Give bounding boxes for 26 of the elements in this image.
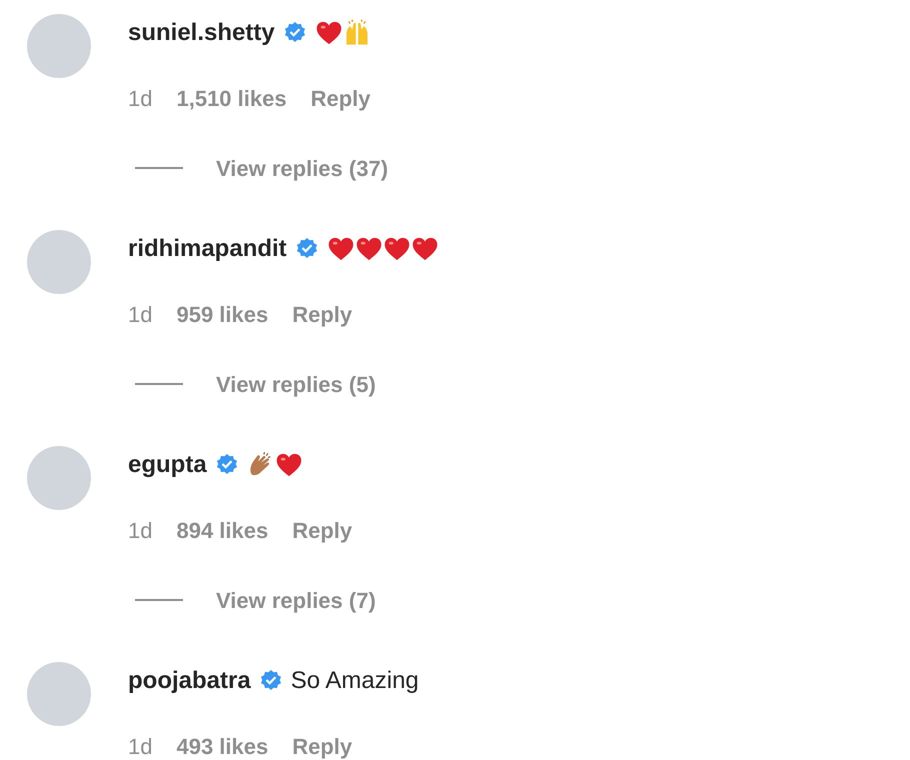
likes-count[interactable]: 493 likes [176,730,268,760]
view-replies-link[interactable]: View replies (7) [216,584,376,616]
reply-link[interactable]: Reply [310,82,371,114]
username[interactable]: egupta [128,447,207,483]
username[interactable]: suniel.shetty [128,15,275,51]
heart-emoji-icon [354,235,383,263]
likes-count[interactable]: 1,510 likes [176,82,287,114]
likes-count[interactable]: 894 likes [176,514,268,546]
view-replies-link[interactable]: View replies (5) [216,368,376,400]
reply-link[interactable]: Reply [292,298,352,330]
username[interactable]: poojabatra [128,663,251,699]
heart-emoji-icon [410,235,439,263]
comment-text: So Amazing [290,666,419,696]
reply-link[interactable]: Reply [292,730,352,760]
comment-time: 1d [128,516,152,544]
likes-count[interactable]: 959 likes [176,298,268,330]
heart-emoji-icon [274,451,303,479]
reply-link[interactable]: Reply [292,514,352,546]
heart-emoji-icon [326,235,355,263]
comment-time: 1d [128,84,152,112]
comment-time: 1d [128,732,152,760]
view-replies-link[interactable]: View replies (37) [216,152,388,184]
username[interactable]: ridhimapandit [128,231,287,267]
heart-emoji-icon [314,19,343,47]
heart-emoji-icon [382,235,411,263]
comment-time: 1d [128,300,152,328]
